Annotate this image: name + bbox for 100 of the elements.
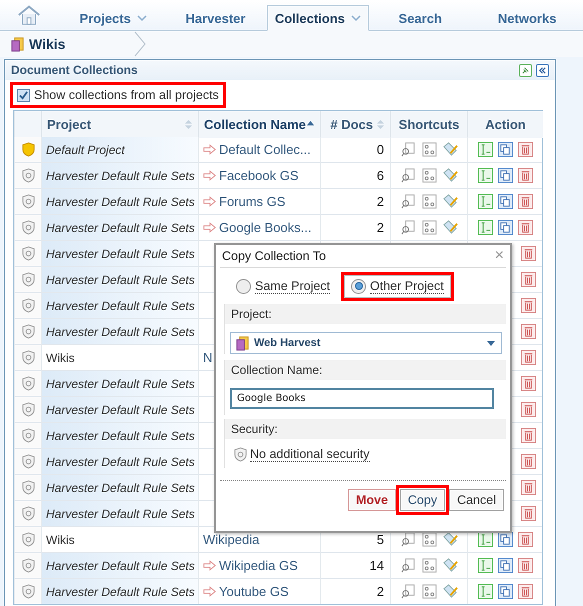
caret-icon	[350, 13, 361, 23]
copy-icon[interactable]	[498, 194, 513, 209]
trash-icon[interactable]	[518, 168, 533, 183]
dialog-button[interactable]: Cancel	[449, 489, 504, 511]
copy-icon[interactable]	[498, 142, 513, 157]
network-icon[interactable]	[422, 142, 436, 157]
search-icon[interactable]	[400, 532, 416, 547]
tag-pencil-icon[interactable]	[442, 220, 458, 235]
trash-icon[interactable]	[520, 298, 536, 313]
collection-link[interactable]: Forums GS	[219, 194, 286, 209]
text-icon[interactable]	[478, 142, 493, 157]
collection-link[interactable]: Wikipedia	[203, 532, 260, 547]
name-input[interactable]: Google Books	[230, 388, 494, 409]
search-icon[interactable]	[400, 142, 416, 157]
search-icon[interactable]	[400, 584, 416, 599]
trash-icon[interactable]	[520, 272, 536, 287]
nav-tab[interactable]: Networks	[471, 5, 583, 31]
collection-link[interactable]: Default Collec...	[219, 142, 311, 157]
dialog-button[interactable]: Move	[348, 489, 396, 511]
nav-tab[interactable]: Projects	[62, 5, 164, 31]
search-icon[interactable]	[400, 220, 416, 235]
doc-count: 6	[376, 168, 384, 183]
tag-pencil-icon[interactable]	[442, 584, 458, 599]
home-icon[interactable]	[16, 3, 42, 27]
column-header[interactable]: # Docs	[320, 111, 390, 138]
trash-icon[interactable]	[518, 220, 533, 235]
search-icon[interactable]	[400, 168, 416, 183]
radio-button[interactable]	[351, 278, 366, 294]
project-name: Harvester Default Rule Sets	[46, 376, 195, 390]
project-name: Harvester Default Rule Sets	[46, 558, 195, 572]
doc-count: 0	[376, 142, 384, 157]
trash-icon[interactable]	[518, 584, 533, 599]
project-name: Harvester Default Rule Sets	[46, 506, 195, 520]
trash-icon[interactable]	[518, 558, 533, 573]
trash-icon[interactable]	[518, 532, 533, 547]
column-header[interactable]: Project	[41, 111, 198, 138]
text-icon[interactable]	[478, 168, 493, 183]
text-icon[interactable]	[478, 584, 493, 599]
nav-tab[interactable]: Search	[369, 5, 472, 31]
field-label: Security:	[225, 419, 506, 439]
project-name: Harvester Default Rule Sets	[46, 480, 195, 494]
network-icon[interactable]	[422, 558, 436, 573]
shield-icon	[233, 447, 248, 462]
breadcrumb-item[interactable]: Wikis	[29, 36, 66, 52]
column-header[interactable]: Shortcuts	[390, 111, 467, 138]
search-icon[interactable]	[400, 558, 416, 573]
collapse-icon[interactable]	[536, 64, 549, 76]
trash-icon[interactable]	[518, 142, 533, 157]
trash-icon[interactable]	[520, 506, 536, 521]
project-name: Harvester Default Rule Sets	[46, 584, 195, 598]
trash-icon[interactable]	[520, 454, 536, 469]
trash-icon[interactable]	[520, 246, 536, 261]
copy-icon[interactable]	[498, 168, 513, 183]
security-link[interactable]: No additional security	[250, 447, 370, 462]
copy-icon[interactable]	[498, 584, 513, 599]
tag-pencil-icon[interactable]	[442, 558, 458, 573]
copy-icon[interactable]	[498, 532, 513, 547]
collection-link[interactable]: Youtube GS	[219, 584, 289, 599]
text-icon[interactable]	[478, 220, 493, 235]
radio-button[interactable]	[236, 278, 251, 294]
dropdown-caret-icon[interactable]	[487, 340, 495, 346]
text-icon[interactable]	[478, 558, 493, 573]
tag-pencil-icon[interactable]	[442, 194, 458, 209]
network-icon[interactable]	[422, 220, 436, 235]
trash-icon[interactable]	[520, 402, 536, 417]
radio-option[interactable]: Same Project	[230, 276, 336, 296]
network-icon[interactable]	[422, 532, 436, 547]
network-icon[interactable]	[422, 194, 436, 209]
copy-icon[interactable]	[498, 220, 513, 235]
tag-pencil-icon[interactable]	[442, 142, 458, 157]
doc-count: 2	[376, 194, 384, 209]
project-name: Harvester Default Rule Sets	[46, 402, 195, 416]
column-header[interactable]: Collection Name	[198, 111, 320, 138]
project-select[interactable]: Web Harvest	[230, 332, 502, 354]
nav-tab[interactable]: Harvester	[164, 5, 267, 31]
search-icon[interactable]	[400, 194, 416, 209]
collection-link[interactable]: Google Books...	[219, 220, 312, 235]
nav-tab[interactable]: Collections	[266, 5, 370, 31]
text-icon[interactable]	[478, 194, 493, 209]
trash-icon[interactable]	[520, 376, 536, 391]
checkbox[interactable]	[17, 88, 30, 102]
trash-icon[interactable]	[520, 350, 536, 365]
pin-icon[interactable]	[519, 64, 532, 76]
text-icon[interactable]	[478, 532, 493, 547]
project-name: Harvester Default Rule Sets	[46, 272, 195, 286]
field-label: Project:	[225, 304, 506, 324]
column-header[interactable]: Action	[467, 111, 543, 138]
collection-link[interactable]: Facebook GS	[219, 168, 298, 183]
network-icon[interactable]	[422, 584, 436, 599]
network-icon[interactable]	[422, 168, 436, 183]
trash-icon[interactable]	[520, 480, 536, 495]
link-arrow-icon	[203, 560, 217, 571]
link-arrow-icon	[203, 196, 217, 207]
trash-icon[interactable]	[520, 324, 536, 339]
trash-icon[interactable]	[518, 194, 533, 209]
collection-link[interactable]: N	[203, 350, 212, 365]
tag-pencil-icon[interactable]	[442, 168, 458, 183]
collection-link[interactable]: Wikipedia GS	[219, 558, 298, 573]
trash-icon[interactable]	[520, 428, 536, 443]
copy-icon[interactable]	[498, 558, 513, 573]
